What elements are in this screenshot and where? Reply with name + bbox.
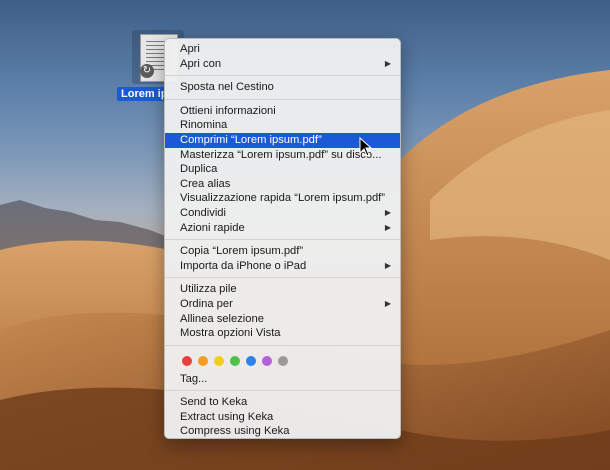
menu-item-label: Tag... xyxy=(180,372,208,385)
tag-purple-dot[interactable] xyxy=(262,355,272,366)
menu-item[interactable]: Rinomina xyxy=(165,118,400,133)
menu-item[interactable]: Apri xyxy=(165,42,400,57)
menu-item[interactable]: Ottieni informazioni xyxy=(165,104,400,119)
menu-item-label: Apri con xyxy=(180,57,222,70)
tag-gray-dot[interactable] xyxy=(278,355,288,366)
menu-item[interactable]: Extract using Keka xyxy=(165,410,400,425)
menu-item-label: Mostra opzioni Vista xyxy=(180,327,281,340)
menu-separator xyxy=(165,75,400,77)
menu-item[interactable]: Utilizza pile xyxy=(165,282,400,297)
chevron-right-icon: ▶ xyxy=(384,58,391,68)
menu-item-label: Rinomina xyxy=(180,119,228,132)
menu-item[interactable]: Duplica xyxy=(165,162,400,177)
chevron-right-icon: ▶ xyxy=(384,207,391,217)
menu-separator xyxy=(165,277,400,279)
mouse-pointer-icon xyxy=(359,137,373,157)
menu-item-label: Duplica xyxy=(180,163,218,176)
menu-item-label: Utilizza pile xyxy=(180,283,237,296)
menu-item-label: Importa da iPhone o iPad xyxy=(180,259,307,272)
menu-separator xyxy=(165,98,400,100)
menu-separator xyxy=(165,239,400,241)
tag-blue-dot[interactable] xyxy=(246,355,256,366)
menu-item-label: Ordina per xyxy=(180,297,233,310)
chevron-right-icon: ▶ xyxy=(384,260,391,270)
menu-item[interactable]: Tag... xyxy=(165,372,400,387)
menu-item[interactable]: Condividi ▶ xyxy=(165,206,400,221)
menu-item-label: Ottieni informazioni xyxy=(180,104,276,117)
menu-item[interactable]: Importa da iPhone o iPad ▶ xyxy=(165,259,400,274)
menu-separator xyxy=(165,390,400,392)
menu-item[interactable]: Azioni rapide ▶ xyxy=(165,221,400,236)
menu-item[interactable]: Visualizzazione rapida “Lorem ipsum.pdf” xyxy=(165,191,400,206)
tag-orange-dot[interactable] xyxy=(198,355,208,366)
tag-color-row xyxy=(165,350,400,372)
menu-item-label: Apri xyxy=(180,43,200,55)
menu-item[interactable]: Compress using Keka xyxy=(165,424,400,439)
tag-green-dot[interactable] xyxy=(230,355,240,366)
menu-item-label: Condividi xyxy=(180,206,227,219)
menu-item[interactable]: Mostra opzioni Vista xyxy=(165,326,400,341)
menu-item[interactable]: Sposta nel Cestino xyxy=(165,80,400,95)
tag-red-dot[interactable] xyxy=(182,355,192,366)
menu-item-label: Visualizzazione rapida “Lorem ipsum.pdf” xyxy=(180,192,385,205)
menu-item[interactable]: Allinea selezione xyxy=(165,312,400,327)
chevron-right-icon: ▶ xyxy=(384,222,391,232)
tag-yellow-dot[interactable] xyxy=(214,355,224,366)
menu-item-label: Sposta nel Cestino xyxy=(180,81,274,94)
menu-item[interactable]: Crea alias xyxy=(165,177,400,192)
menu-item[interactable]: Apri con ▶ xyxy=(165,57,400,72)
menu-item[interactable]: Ordina per ▶ xyxy=(165,297,400,312)
menu-item-label: Extract using Keka xyxy=(180,410,274,423)
menu-item-label: Crea alias xyxy=(180,177,231,190)
context-menu[interactable]: Apri Apri con ▶ Sposta nel Cestino Ottieni i… xyxy=(164,38,401,439)
menu-item-label: Allinea selezione xyxy=(180,312,264,325)
menu-item-label: Masterizza “Lorem ipsum.pdf” su disco... xyxy=(180,148,382,161)
menu-separator xyxy=(165,344,400,346)
preview-badge-icon: ↻ xyxy=(140,64,154,78)
menu-item-label: Send to Keka xyxy=(180,396,248,409)
chevron-right-icon: ▶ xyxy=(384,298,391,308)
menu-item-label: Copia “Lorem ipsum.pdf” xyxy=(180,245,304,258)
menu-item[interactable]: Copia “Lorem ipsum.pdf” xyxy=(165,244,400,259)
menu-item-label: Compress using Keka xyxy=(180,425,290,438)
menu-item-label: Comprimi “Lorem ipsum.pdf” xyxy=(180,133,322,146)
menu-item[interactable]: Send to Keka xyxy=(165,395,400,410)
menu-item-label: Azioni rapide xyxy=(180,221,245,234)
